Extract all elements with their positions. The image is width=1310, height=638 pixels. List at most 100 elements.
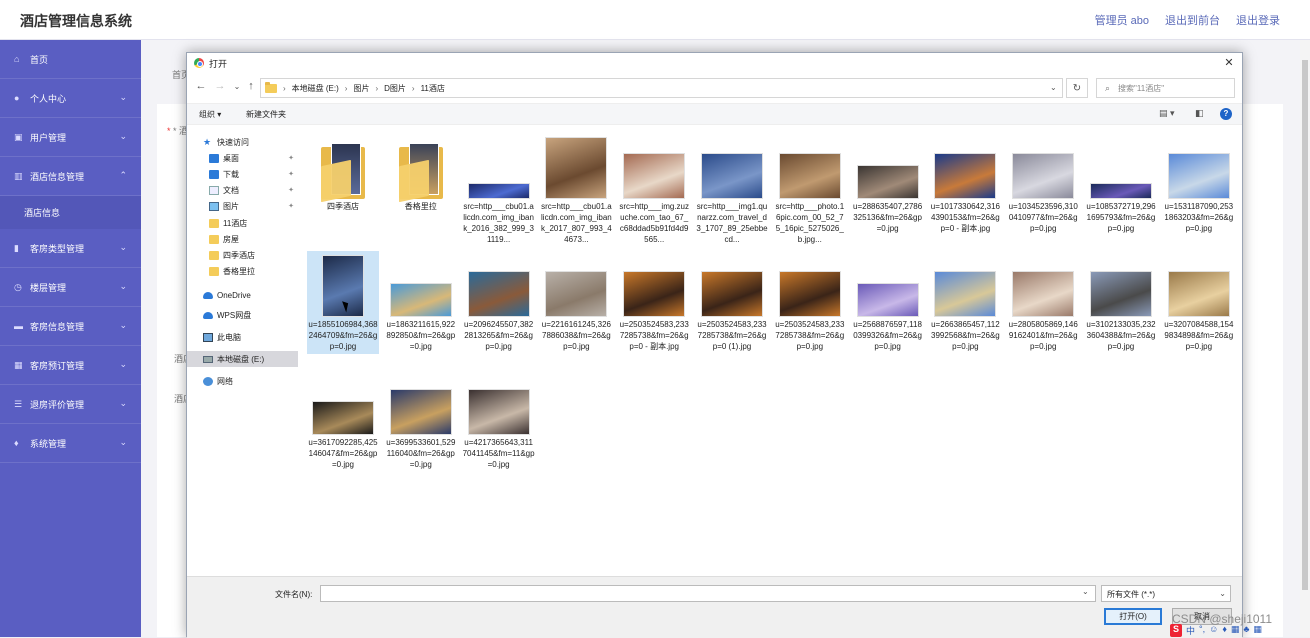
ime-icon[interactable]: 中 (1186, 624, 1195, 637)
file-item[interactable]: u=3207084588,1549834898&fm=26&gp=0.jpg (1163, 251, 1235, 354)
nav-item[interactable]: 11酒店 (187, 215, 298, 231)
image-thumbnail (467, 183, 530, 199)
list-icon: ☰ (14, 399, 23, 409)
nav-item[interactable]: OneDrive (187, 287, 298, 303)
file-item[interactable]: src=http___cbu01.alicdn.com_img_ibank_20… (463, 133, 535, 247)
nav-item[interactable]: 下载 ✦ (187, 166, 298, 182)
up-arrow-icon[interactable]: ↑ (245, 80, 257, 92)
sidebar-item[interactable]: ♦ 系统管理 ⌄ (0, 424, 141, 463)
file-item[interactable]: src=http___photo.16pic.com_00_52_75_16pi… (774, 133, 846, 247)
address-bar[interactable]: › 本地磁盘 (E:) › 图片 › D图片 › 11酒店 (260, 78, 1063, 98)
sidebar-item[interactable]: ▮ 客房类型管理 ⌄ (0, 229, 141, 268)
forward-arrow-icon[interactable]: → (214, 80, 226, 92)
sidebar-item[interactable]: ▬ 客房信息管理 ⌄ (0, 307, 141, 346)
nav-item[interactable]: 本地磁盘 (E:) (187, 351, 298, 367)
file-item[interactable]: u=2805805869,1469162401&fm=26&gp=0.jpg (1007, 251, 1079, 354)
file-item[interactable]: u=2503524583,2337285738&fm=26&gp=0.jpg (774, 251, 846, 354)
preview-pane-icon[interactable]: ◧ (1195, 108, 1204, 119)
nav-item[interactable]: WPS网盘 (187, 307, 298, 323)
image-thumbnail (1012, 153, 1075, 199)
new-folder-button[interactable]: 新建文件夹 (246, 109, 286, 120)
image-thumbnail (1090, 183, 1152, 199)
nav-item[interactable]: 此电脑 (187, 329, 298, 345)
sidebar-item[interactable]: ☰ 退房评价管理 ⌄ (0, 385, 141, 424)
address-dropdown-icon[interactable]: ⌄ (1050, 83, 1057, 92)
sidebar-subitem[interactable]: 酒店信息 (0, 196, 141, 229)
file-item[interactable]: u=2568876597,1180399326&fm=26&gp=0.jpg (852, 251, 924, 354)
file-item[interactable]: u=1017330642,3164390153&fm=26&gp=0 - 副本.… (929, 133, 1001, 236)
breadcrumb-item[interactable]: 本地磁盘 (E:) (292, 83, 339, 94)
image-thumbnail (778, 153, 841, 199)
view-options-icon[interactable]: ▤ ▾ (1159, 108, 1175, 119)
ime-icon[interactable]: °, (1199, 624, 1205, 637)
file-item[interactable]: u=1034523596,3100410977&fm=26&gp=0.jpg (1007, 133, 1079, 236)
file-item[interactable]: u=1085372719,2961695793&fm=26&gp=0.jpg (1085, 133, 1157, 236)
help-icon[interactable]: ? (1220, 108, 1232, 120)
image-thumbnail (934, 153, 997, 199)
folder-item[interactable]: 香格里拉 (385, 133, 457, 214)
file-item[interactable]: u=1863211615,922892850&fm=26&gp=0.jpg (385, 251, 457, 354)
app-title: 酒店管理信息系统 (20, 13, 132, 29)
file-item[interactable]: u=2216161245,3267886038&fm=26&gp=0.jpg (540, 251, 612, 354)
nav-item[interactable]: 房屋 (187, 231, 298, 247)
refresh-button[interactable]: ↻ (1066, 78, 1088, 98)
file-item[interactable]: u=2663865457,1123992568&fm=26&gp=0.jpg (929, 251, 1001, 354)
nav-item[interactable]: 香格里拉 (187, 263, 298, 279)
sogou-icon[interactable]: S (1170, 624, 1182, 637)
file-item[interactable]: u=2503524583,2337285738&fm=26&gp=0 - 副本.… (618, 251, 690, 354)
top-link[interactable]: 退出到前台 (1165, 12, 1220, 28)
breadcrumb-item[interactable]: D图片 (384, 83, 406, 94)
sidebar-item[interactable]: ● 个人中心 ⌄ (0, 79, 141, 118)
file-item[interactable]: u=3617092285,425146047&fm=26&gp=0.jpg (307, 369, 379, 472)
file-item[interactable]: u=3102133035,2323604388&fm=26&gp=0.jpg (1085, 251, 1157, 354)
image-thumbnail (623, 271, 686, 317)
ime-icon[interactable]: ▦ (1231, 624, 1240, 637)
file-item[interactable]: src=http___img1.qunarzz.com_travel_d3_17… (696, 133, 768, 247)
recent-dropdown-icon[interactable]: ⌄ (231, 82, 243, 91)
chevron-down-icon: ⌄ (119, 131, 127, 141)
nav-item[interactable]: 四季酒店 (187, 247, 298, 263)
file-type-select[interactable]: 所有文件 (*.*) ⌄ (1101, 585, 1231, 602)
nav-item[interactable]: 文档 ✦ (187, 182, 298, 198)
ime-icon[interactable]: ☺ (1209, 624, 1218, 637)
back-arrow-icon[interactable]: ← (195, 80, 207, 92)
file-item[interactable]: u=4217365643,3117041145&fm=11&gp=0.jpg (463, 369, 535, 472)
ime-icon[interactable]: ♦ (1222, 624, 1227, 637)
nav-item[interactable]: 网络 (187, 373, 298, 389)
sidebar-item[interactable]: ▥ 酒店信息管理 ⌃ (0, 157, 141, 196)
ime-icon[interactable]: ♣ (1243, 624, 1249, 637)
bed-icon: ▬ (14, 321, 23, 331)
ime-icon[interactable]: ▦ (1253, 624, 1262, 637)
close-icon[interactable]: ✕ (1222, 56, 1236, 69)
file-item[interactable]: src=http___cbu01.alicdn.com_img_ibank_20… (540, 133, 612, 247)
chevron-right-icon: › (344, 83, 348, 93)
file-name-label: u=1531187090,2531863203&fm=26&gp=0.jpg (1164, 202, 1234, 233)
sidebar-item[interactable]: ◷ 楼层管理 ⌄ (0, 268, 141, 307)
filename-dropdown-icon[interactable]: ⌄ (1082, 587, 1089, 596)
sidebar-item[interactable]: ▦ 客房预订管理 ⌄ (0, 346, 141, 385)
file-item[interactable]: u=2503524583,2337285738&fm=26&gp=0 (1).j… (696, 251, 768, 354)
organize-button[interactable]: 组织 ▾ (199, 109, 221, 120)
filename-input[interactable] (320, 585, 1096, 602)
top-link[interactable]: 退出登录 (1236, 12, 1280, 28)
nav-item-label: 桌面 (223, 153, 239, 163)
sidebar-item[interactable]: ▣ 用户管理 ⌄ (0, 118, 141, 157)
nav-item[interactable]: ★ 快速访问 (187, 134, 298, 150)
nav-item[interactable]: 桌面 ✦ (187, 150, 298, 166)
file-item[interactable]: u=3699533601,529116040&fm=26&gp=0.jpg (385, 369, 457, 472)
file-grid: 四季酒店 香格里拉 src=http___cbu01.alicdn.com_img_… (305, 129, 1235, 579)
breadcrumb-item[interactable]: 11酒店 (421, 83, 445, 94)
open-button[interactable]: 打开(O) (1104, 608, 1162, 625)
file-item[interactable]: u=2096245507,3822813265&fm=26&gp=0.jpg (463, 251, 535, 354)
page-scrollbar[interactable] (1300, 40, 1310, 637)
breadcrumb-item[interactable]: 图片 (353, 83, 369, 94)
nav-item[interactable]: 图片 ✦ (187, 198, 298, 214)
search-input[interactable]: ⌕ 搜索"11酒店" (1096, 78, 1235, 98)
sidebar-item[interactable]: ⌂ 首页 (0, 40, 141, 79)
file-item[interactable]: u=1531187090,2531863203&fm=26&gp=0.jpg (1163, 133, 1235, 236)
top-link[interactable]: 管理员 abo (1095, 12, 1149, 28)
file-item[interactable]: src=http___img.zuzuche.com_tao_67_c68dda… (618, 133, 690, 247)
scrollbar-thumb[interactable] (1302, 60, 1308, 590)
file-item[interactable]: u=288635407,2786325136&fm=26&gp=0.jpg (852, 133, 924, 236)
folder-item[interactable]: 四季酒店 (307, 133, 379, 214)
